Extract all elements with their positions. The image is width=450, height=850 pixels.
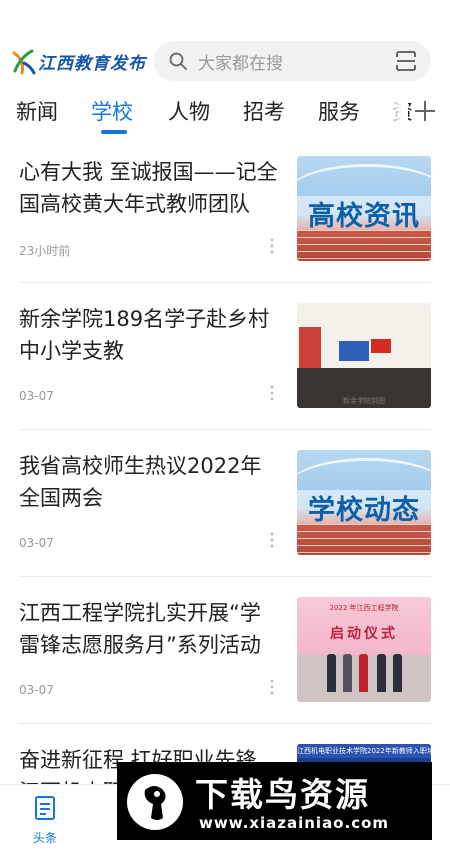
app-logo[interactable]: 江西教育发布 (10, 44, 146, 78)
tabs-fade (380, 88, 408, 136)
news-item[interactable]: 江西工程学院扎实开展“学雷锋志愿服务月”系列活动 03-07 2022 年江西工… (0, 577, 450, 724)
thumbnail-caption: 新余学院供图 (343, 397, 385, 405)
active-tab-indicator (101, 130, 127, 134)
watermark-logo-icon (127, 774, 183, 830)
news-title[interactable]: 我省高校师生热议2022年全国两会 (19, 450, 281, 514)
nav-item-headlines[interactable]: 头条 (24, 795, 66, 845)
news-time: 03-07 (19, 389, 54, 403)
news-time: 23小时前 (19, 244, 71, 258)
tab-admissions[interactable]: 招考 (243, 96, 285, 126)
thumbnail-headline: 2022 年江西工程学院 (329, 604, 399, 612)
nav-label: 头条 (32, 831, 57, 845)
news-time: 03-07 (19, 536, 54, 550)
news-thumbnail[interactable]: 学校动态 (297, 450, 431, 555)
more-options-icon[interactable] (262, 383, 282, 403)
watermark: 下载鸟资源 www.xiazainiao.com (117, 762, 432, 840)
tab-services[interactable]: 服务 (318, 96, 360, 126)
search-placeholder: 大家都在搜 (198, 53, 283, 74)
more-options-icon[interactable] (262, 236, 282, 256)
thumbnail-text: 高校资讯 (308, 201, 420, 232)
news-time: 03-07 (19, 683, 54, 697)
add-channel-icon[interactable] (410, 96, 440, 126)
news-thumbnail[interactable]: 高校资讯 (297, 156, 431, 261)
news-item[interactable]: 心有大我 至诚报国——记全国高校黄大年式教师团队 23小时前 高校资讯 (0, 136, 450, 283)
more-options-icon[interactable] (262, 530, 282, 550)
logo-text: 江西教育发布 (38, 53, 146, 74)
watermark-url: www.xiazainiao.com (199, 814, 390, 832)
scan-icon[interactable] (395, 50, 417, 72)
news-feed: 心有大我 至诚报国——记全国高校黄大年式教师团队 23小时前 高校资讯 新余学院… (0, 136, 450, 784)
app-header: 江西教育发布 大家都在搜 (0, 0, 450, 88)
tab-schools[interactable]: 学校 (91, 96, 133, 126)
search-bar[interactable]: 大家都在搜 (154, 41, 431, 81)
news-thumbnail[interactable]: 新余学院供图 (297, 303, 431, 408)
headlines-icon (35, 796, 55, 820)
thumbnail-headline: 江西机电职业技术学院2022年新教师入职培训 (297, 747, 431, 755)
news-item[interactable]: 新余学院189名学子赴乡村中小学支教 03-07 新余学院供图 (0, 283, 450, 430)
thumbnail-text: 学校动态 (308, 495, 420, 526)
logo-mark-icon (12, 49, 36, 75)
more-options-icon[interactable] (262, 677, 282, 697)
news-item[interactable]: 我省高校师生热议2022年全国两会 03-07 学校动态 (0, 430, 450, 577)
watermark-title: 下载鸟资源 (195, 775, 370, 814)
news-title[interactable]: 新余学院189名学子赴乡村中小学支教 (19, 303, 281, 367)
channel-tabs: 新闻 学校 人物 招考 服务 资 (0, 88, 450, 136)
news-thumbnail[interactable]: 2022 年江西工程学院 启动仪式 (297, 597, 431, 702)
thumbnail-text: 启动仪式 (330, 626, 398, 642)
news-title[interactable]: 江西工程学院扎实开展“学雷锋志愿服务月”系列活动 (19, 597, 281, 661)
tab-people[interactable]: 人物 (168, 96, 210, 126)
tab-news[interactable]: 新闻 (16, 96, 58, 126)
search-icon (169, 52, 187, 70)
news-title[interactable]: 心有大我 至诚报国——记全国高校黄大年式教师团队 (19, 156, 281, 220)
